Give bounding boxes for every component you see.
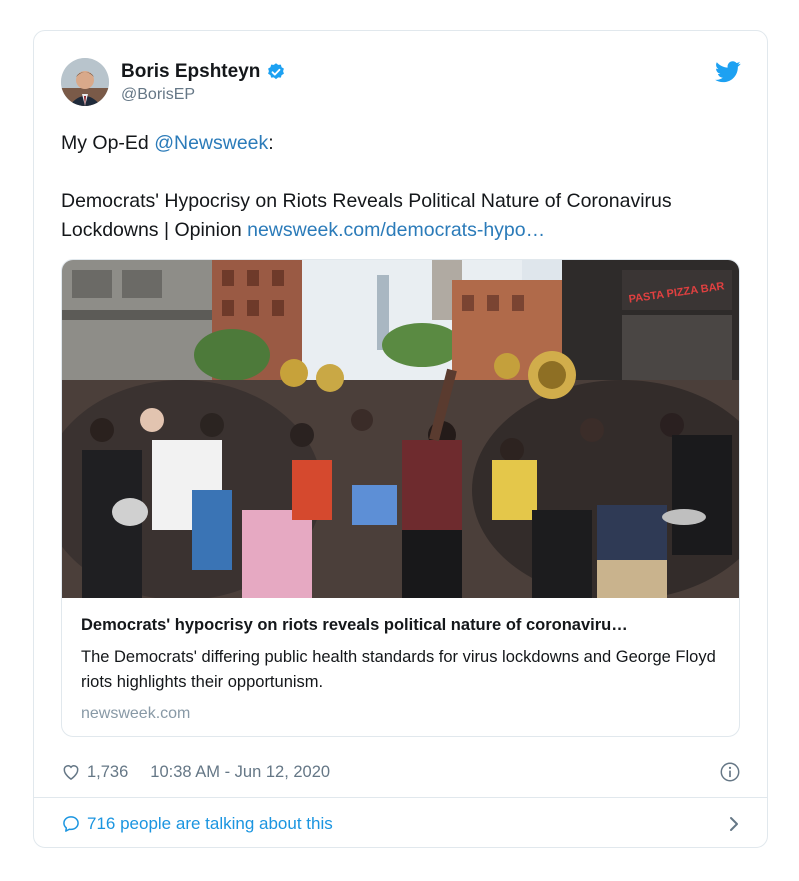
heart-icon[interactable] xyxy=(61,762,81,782)
verified-badge-icon xyxy=(268,63,285,80)
chevron-right-icon[interactable] xyxy=(727,814,741,834)
divider xyxy=(34,797,767,798)
mention-link[interactable]: @Newsweek xyxy=(154,132,268,154)
comment-bubble-icon xyxy=(63,816,79,832)
tweet-meta: 1,736 10:38 AM - Jun 12, 2020 xyxy=(61,759,741,785)
link-card-domain: newsweek.com xyxy=(81,705,191,722)
article-link[interactable]: newsweek.com/democrats-hypo… xyxy=(247,219,545,241)
avatar[interactable] xyxy=(61,58,109,106)
tweet-text-colon: : xyxy=(268,132,274,154)
tweet-text-headline-end: Lockdowns | Opinion xyxy=(61,219,248,241)
tweet-text-headline: Democrats' Hypocrisy on Riots Reveals Po… xyxy=(61,190,672,212)
article-photo: PASTA PIZZA BAR xyxy=(62,260,739,598)
like-count[interactable]: 1,736 xyxy=(87,763,128,782)
twitter-bird-icon[interactable] xyxy=(715,61,741,83)
tweet-text-intro: My Op-Ed xyxy=(61,132,155,154)
conversation-link[interactable]: 716 people are talking about this xyxy=(61,812,741,836)
link-card-title[interactable]: Democrats' hypocrisy on riots reveals po… xyxy=(81,616,721,635)
author-name[interactable]: Boris Epshteyn xyxy=(121,61,260,83)
tweet-timestamp[interactable]: 10:38 AM - Jun 12, 2020 xyxy=(150,763,330,782)
info-icon[interactable] xyxy=(719,761,741,783)
link-preview-card[interactable]: PASTA PIZZA BAR Democrats' hypocrisy on … xyxy=(61,259,740,737)
link-card-description: The Democrats' differing public health s… xyxy=(81,648,716,691)
tweet-text: My Op-Ed @Newsweek: Democrats' Hypocrisy… xyxy=(61,129,751,245)
tweet-embed-card: Boris Epshteyn @BorisEP My Op-Ed @Newswe… xyxy=(33,30,768,848)
conversation-text[interactable]: 716 people are talking about this xyxy=(87,814,333,834)
author-handle[interactable]: @BorisEP xyxy=(121,86,195,104)
